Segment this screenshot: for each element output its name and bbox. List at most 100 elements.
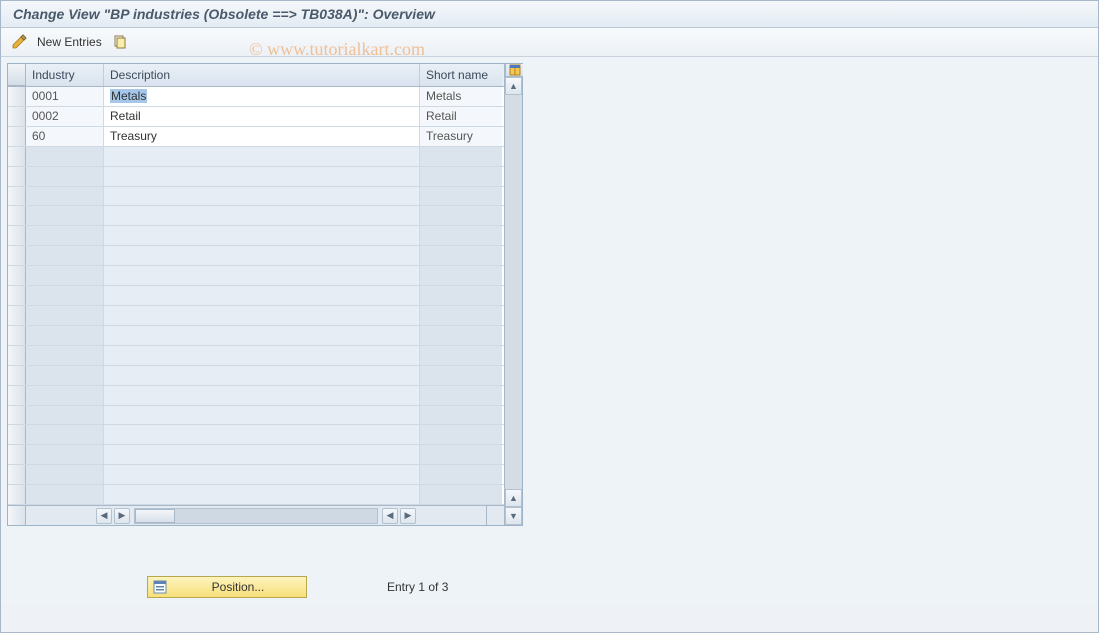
vscroll-track[interactable] xyxy=(505,95,522,489)
cell-description[interactable]: Metals xyxy=(104,87,420,106)
cell-industry xyxy=(26,206,104,225)
cell-industry xyxy=(26,246,104,265)
cell-short-name xyxy=(420,147,502,166)
cell-industry xyxy=(26,266,104,285)
cell-industry[interactable]: 60 xyxy=(26,127,104,146)
table-row[interactable] xyxy=(8,425,504,445)
cell-short-name xyxy=(420,187,502,206)
row-selector[interactable] xyxy=(8,346,26,365)
row-selector[interactable] xyxy=(8,425,26,444)
cell-industry xyxy=(26,465,104,484)
table-row[interactable] xyxy=(8,266,504,286)
column-header-industry[interactable]: Industry xyxy=(26,64,104,86)
cell-description xyxy=(104,246,420,265)
row-selector[interactable] xyxy=(8,266,26,285)
table-row[interactable] xyxy=(8,346,504,366)
table-config-icon[interactable] xyxy=(505,64,523,77)
scroll-left-button[interactable]: ◀ xyxy=(96,508,112,524)
cell-industry xyxy=(26,187,104,206)
table-row[interactable] xyxy=(8,226,504,246)
row-selector[interactable] xyxy=(8,386,26,405)
table-row[interactable] xyxy=(8,386,504,406)
cell-short-name[interactable]: Treasury xyxy=(420,127,502,146)
table-row[interactable]: 60TreasuryTreasury xyxy=(8,127,504,147)
table-row[interactable] xyxy=(8,326,504,346)
cell-short-name xyxy=(420,286,502,305)
cell-industry xyxy=(26,346,104,365)
table-row[interactable] xyxy=(8,445,504,465)
cell-industry xyxy=(26,167,104,186)
new-entries-button[interactable]: New Entries xyxy=(37,35,102,49)
pencil-icon[interactable] xyxy=(11,34,27,50)
table-row[interactable] xyxy=(8,366,504,386)
column-header-short-name[interactable]: Short name xyxy=(420,64,502,86)
hscroll-thumb[interactable] xyxy=(135,509,175,523)
cell-description xyxy=(104,425,420,444)
scroll-right-step-button[interactable]: ▶ xyxy=(114,508,130,524)
cell-description xyxy=(104,465,420,484)
cell-short-name xyxy=(420,386,502,405)
row-selector[interactable] xyxy=(8,206,26,225)
table-row[interactable] xyxy=(8,465,504,485)
main-area: Industry Description Short name 0001Meta… xyxy=(1,57,1098,604)
cell-industry xyxy=(26,306,104,325)
row-selector[interactable] xyxy=(8,167,26,186)
cell-description xyxy=(104,386,420,405)
table-row[interactable] xyxy=(8,286,504,306)
row-selector[interactable] xyxy=(8,445,26,464)
copy-icon[interactable] xyxy=(112,34,128,50)
table-row[interactable] xyxy=(8,246,504,266)
table-row[interactable] xyxy=(8,406,504,426)
table-row[interactable] xyxy=(8,187,504,207)
cell-description[interactable]: Retail xyxy=(104,107,420,126)
cell-short-name xyxy=(420,465,502,484)
cell-short-name xyxy=(420,306,502,325)
horizontal-scrollbar: ◀ ▶ ◀ ▶ xyxy=(8,505,504,525)
table-row[interactable] xyxy=(8,147,504,167)
row-selector[interactable] xyxy=(8,107,26,126)
row-selector[interactable] xyxy=(8,87,26,106)
table-row[interactable] xyxy=(8,306,504,326)
column-header-description[interactable]: Description xyxy=(104,64,420,86)
row-selector[interactable] xyxy=(8,226,26,245)
cell-description xyxy=(104,326,420,345)
scroll-up-button[interactable]: ▲ xyxy=(505,77,522,95)
table-row[interactable] xyxy=(8,485,504,505)
cell-industry[interactable]: 0001 xyxy=(26,87,104,106)
position-button[interactable]: Position... xyxy=(147,576,307,598)
cell-short-name[interactable]: Retail xyxy=(420,107,502,126)
row-selector[interactable] xyxy=(8,246,26,265)
row-selector[interactable] xyxy=(8,286,26,305)
title-bar: Change View "BP industries (Obsolete ==>… xyxy=(1,1,1098,28)
row-selector[interactable] xyxy=(8,147,26,166)
table-row[interactable]: 0001MetalsMetals xyxy=(8,87,504,107)
table-body: 0001MetalsMetals0002RetailRetail60Treasu… xyxy=(8,87,504,505)
cell-description xyxy=(104,266,420,285)
table-row[interactable] xyxy=(8,167,504,187)
row-selector[interactable] xyxy=(8,187,26,206)
cell-industry xyxy=(26,326,104,345)
table-row[interactable] xyxy=(8,206,504,226)
row-selector[interactable] xyxy=(8,485,26,504)
cell-description xyxy=(104,286,420,305)
cell-description xyxy=(104,226,420,245)
scroll-right-button[interactable]: ▶ xyxy=(400,508,416,524)
select-all-handle[interactable] xyxy=(8,64,26,86)
row-selector[interactable] xyxy=(8,127,26,146)
row-selector[interactable] xyxy=(8,406,26,425)
cell-industry[interactable]: 0002 xyxy=(26,107,104,126)
entry-counter: Entry 1 of 3 xyxy=(387,580,448,594)
row-selector[interactable] xyxy=(8,366,26,385)
cell-description[interactable]: Treasury xyxy=(104,127,420,146)
row-selector[interactable] xyxy=(8,465,26,484)
table-row[interactable]: 0002RetailRetail xyxy=(8,107,504,127)
scroll-left-step2-button[interactable]: ◀ xyxy=(382,508,398,524)
hscroll-track[interactable] xyxy=(134,508,378,524)
row-selector[interactable] xyxy=(8,306,26,325)
scroll-down-button[interactable]: ▼ xyxy=(505,507,522,525)
cell-industry xyxy=(26,425,104,444)
cell-short-name xyxy=(420,246,502,265)
cell-short-name[interactable]: Metals xyxy=(420,87,502,106)
scroll-up-step-button[interactable]: ▲ xyxy=(505,489,522,507)
row-selector[interactable] xyxy=(8,326,26,345)
